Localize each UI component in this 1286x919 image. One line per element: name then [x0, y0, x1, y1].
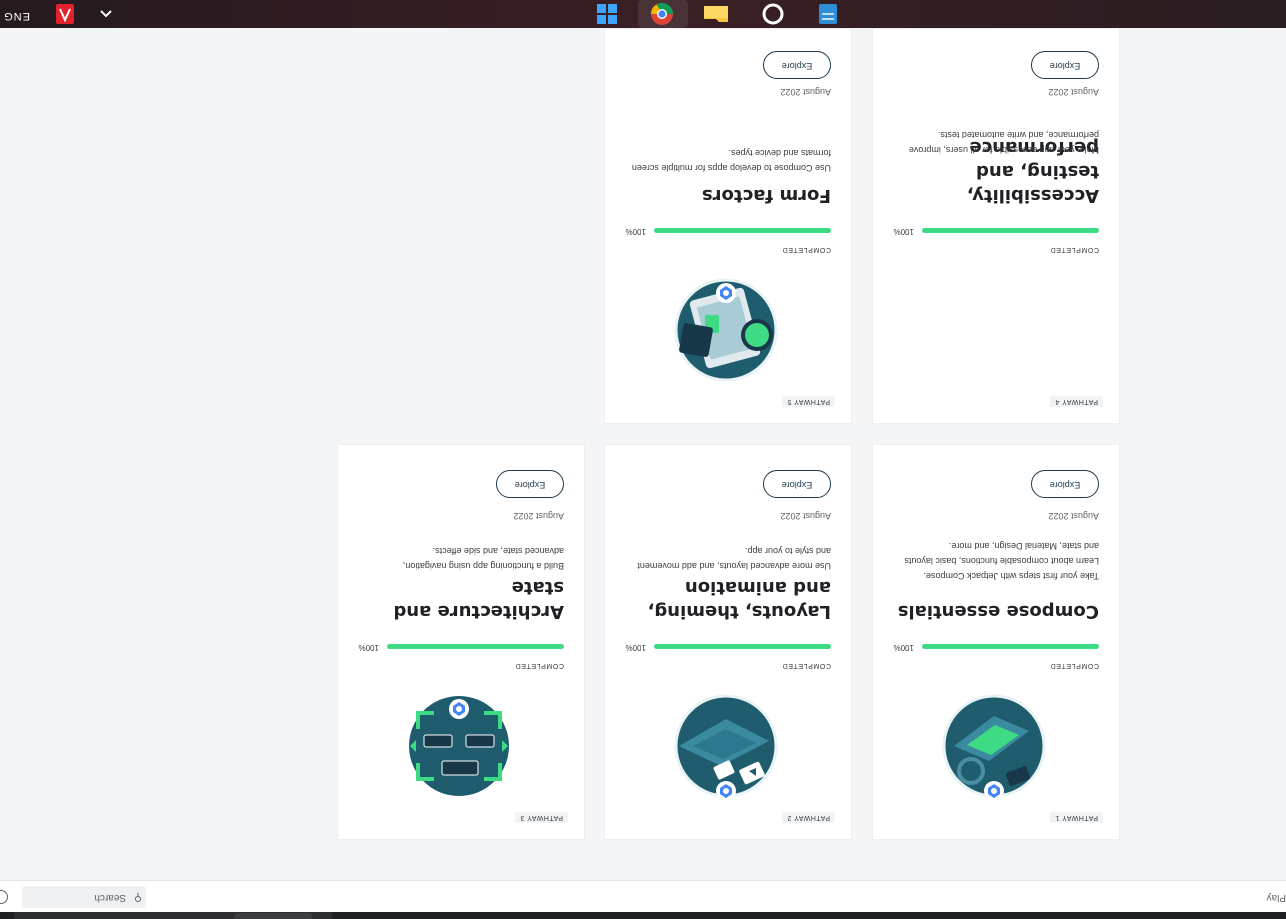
search-box[interactable]: ⚲ Search — [22, 886, 146, 908]
progress-fill — [387, 644, 564, 649]
windows-start-icon[interactable] — [592, 0, 622, 28]
pathway-description: Take your first steps with Jetpack Compo… — [904, 541, 1099, 581]
pathway-badge: PATHWAY 3 — [514, 812, 568, 823]
architecture-state-illustration — [409, 696, 509, 796]
language-indicator[interactable]: ENG — [3, 10, 30, 22]
progress-bar — [387, 644, 564, 649]
pathway-date: August 2022 — [513, 511, 564, 521]
explore-button[interactable]: Explore — [496, 470, 564, 498]
status-label: COMPLETED — [782, 246, 831, 253]
pathway-card: PATHWAY 2 COMPLETED 100% Layouts, themin… — [604, 444, 852, 840]
pathway-badge: PATHWAY 1 — [1049, 812, 1103, 823]
rotated-screen: Play ⚲ Search PATHWAY 1 COMPLETED 100% C… — [0, 0, 1286, 919]
progress-percent: 100% — [358, 643, 379, 652]
pathway-card: PATHWAY 3 COMPLETED 100% Architecture an… — [337, 444, 585, 840]
page-header: Play ⚲ Search — [0, 880, 1286, 912]
pathway-card: PATHWAY 4 COMPLETED 100% Accessibility, … — [872, 28, 1120, 424]
progress-fill — [654, 644, 831, 649]
explore-button[interactable]: Explore — [1031, 470, 1099, 498]
status-label: COMPLETED — [1050, 662, 1099, 669]
progress-bar — [922, 644, 1099, 649]
progress-bar — [654, 644, 831, 649]
progress-bar — [922, 228, 1099, 233]
explore-button[interactable]: Explore — [763, 51, 831, 79]
progress-fill — [922, 644, 1099, 649]
explore-button[interactable]: Explore — [763, 470, 831, 498]
pathway-date: August 2022 — [780, 511, 831, 521]
search-input[interactable]: Search — [94, 892, 126, 903]
pathway-title: Compose essentials — [897, 601, 1099, 622]
explore-button[interactable]: Explore — [1031, 51, 1099, 79]
progress-fill — [654, 228, 831, 233]
progress-percent: 100% — [893, 643, 914, 652]
pathway-title: Form factors — [701, 185, 831, 206]
pathway-badge: PATHWAY 2 — [781, 812, 835, 823]
taskbar: ENG — [0, 0, 1286, 28]
play-link[interactable]: Play — [1267, 892, 1286, 903]
chrome-icon[interactable] — [648, 0, 676, 28]
pathway-card: PATHWAY 1 COMPLETED 100% Compose essenti… — [872, 444, 1120, 840]
pathway-title: Layouts, theming, and animation — [647, 577, 832, 622]
form-factors-illustration — [674, 278, 778, 382]
progress-percent: 100% — [625, 643, 646, 652]
chevron-up-icon[interactable] — [98, 0, 114, 28]
progress-percent: 100% — [625, 227, 646, 236]
pathway-title: Architecture and state — [393, 577, 564, 622]
pathway-description: Build a functioning app using navigation… — [402, 546, 564, 571]
notepad-icon[interactable] — [815, 0, 841, 28]
pathway-date: August 2022 — [780, 87, 831, 97]
globe-icon[interactable] — [0, 890, 8, 904]
pathway-description: Use more advanced layouts, and add movem… — [637, 546, 831, 571]
pathway-card: PATHWAY 5 COMPLETED 100% Form factors Us… — [604, 28, 852, 424]
compose-essentials-illustration — [942, 694, 1046, 801]
progress-percent: 100% — [893, 227, 914, 236]
acrobat-icon[interactable] — [54, 0, 76, 28]
status-label: COMPLETED — [1050, 246, 1099, 253]
progress-bar — [654, 228, 831, 233]
progress-fill — [922, 228, 1099, 233]
pathway-description: Use Compose to develop apps for multiple… — [631, 148, 831, 173]
file-explorer-icon[interactable] — [701, 0, 731, 28]
status-label: COMPLETED — [515, 662, 564, 669]
pathway-description: Make your app accessible for all users, … — [908, 130, 1099, 155]
status-label: COMPLETED — [782, 662, 831, 669]
cortana-icon[interactable] — [760, 0, 786, 28]
pathway-date: August 2022 — [1048, 511, 1099, 521]
pathway-badge: PATHWAY 5 — [781, 396, 835, 407]
pathway-badge: PATHWAY 4 — [1049, 396, 1103, 407]
layouts-theming-illustration — [674, 694, 778, 801]
search-icon: ⚲ — [133, 891, 142, 903]
pathway-date: August 2022 — [1048, 87, 1099, 97]
